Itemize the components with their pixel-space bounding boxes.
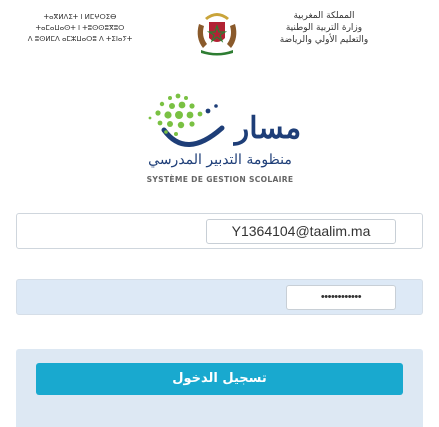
arabic-line-1: المملكة المغربية xyxy=(293,11,355,21)
system-name-french: SYSTÈME DE GESTION SCOLAIRE xyxy=(146,175,294,184)
massar-swoosh-icon xyxy=(161,125,225,147)
massar-wordmark: مسار xyxy=(233,111,301,146)
password-input[interactable]: •••••••••••• xyxy=(286,285,396,310)
moroccan-coat-of-arms-icon xyxy=(197,13,237,56)
login-actions-panel: تسجيل الدخول xyxy=(16,349,423,427)
ministry-name-arabic: المملكة المغربية وزارة التربية الوطنية و… xyxy=(249,10,399,46)
password-field: •••••••••••• xyxy=(16,279,423,315)
arabic-line-3: والتعليم الأولي والرياضة xyxy=(279,35,369,45)
login-button[interactable]: تسجيل الدخول xyxy=(36,363,403,395)
arabic-line-2: وزارة التربية الوطنية xyxy=(285,23,363,33)
username-field: Y1364104@taalim.ma xyxy=(16,213,423,249)
system-name-arabic: منظومة التدبير المدرسي xyxy=(148,152,292,168)
tifinagh-line-2: ⵜⴰⵎⴰⵡⴰⵙⵜ ⵏ ⵜⵓⵙⵙⵓⴳⵓⵔ xyxy=(35,24,125,32)
ministry-name-tifinagh: ⵜⴰⴳⵍⴷⵉⵜ ⵏ ⵍⵎⵖⵔⵉⴱ ⵜⴰⵎⴰⵡⴰⵙⵜ ⵏ ⵜⵓⵙⵙⵓⴳⵓⵔ ⴷ ⵓ… xyxy=(0,12,160,45)
massar-dots-icon xyxy=(148,93,218,136)
username-input[interactable]: Y1364104@taalim.ma xyxy=(206,219,396,244)
tifinagh-line-1: ⵜⴰⴳⵍⴷⵉⵜ ⵏ ⵍⵎⵖⵔⵉⴱ xyxy=(43,13,117,21)
tifinagh-line-3: ⴷ ⵓⵙⵍⵎⴷ ⴰⵎⵣⵡⴰⵔⵓ ⴷ ⵜⵉⵏⴰⵢⵜ xyxy=(27,35,133,43)
ministry-header: ⵜⴰⴳⵍⴷⵉⵜ ⵏ ⵍⵎⵖⵔⵉⴱ ⵜⴰⵎⴰⵡⴰⵙⵜ ⵏ ⵜⵓⵙⵙⵓⴳⵓⵔ ⴷ ⵓ… xyxy=(0,6,439,68)
